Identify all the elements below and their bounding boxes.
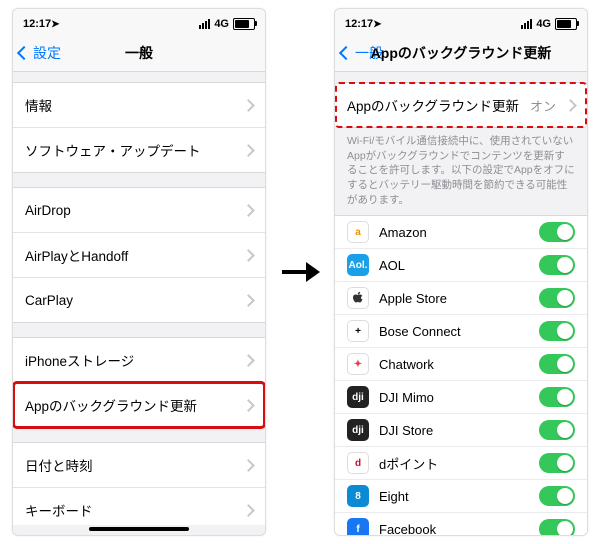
- back-button[interactable]: 一般: [341, 43, 383, 63]
- app-row[interactable]: 8 Eight: [335, 480, 587, 513]
- signal-icon: [521, 19, 532, 29]
- app-toggle[interactable]: [539, 255, 575, 275]
- row-label: 日付と時刻: [25, 455, 234, 475]
- app-toggle[interactable]: [539, 321, 575, 341]
- network-label: 4G: [214, 18, 229, 30]
- signal-icon: [199, 19, 210, 29]
- section-footnote: Wi-Fi/モバイル通信接続中に、使用されていないAppがバックグラウンドでコン…: [335, 128, 587, 209]
- chevron-right-icon: [242, 144, 255, 157]
- row-label: ソフトウェア・アップデート: [25, 140, 234, 160]
- app-toggle[interactable]: [539, 420, 575, 440]
- master-label: Appのバックグラウンド更新: [347, 95, 520, 115]
- flow-arrow-icon: [280, 257, 320, 287]
- app-refresh-list[interactable]: Appのバックグラウンド更新 オン Wi-Fi/モバイル通信接続中に、使用されて…: [335, 72, 587, 535]
- settings-row[interactable]: 情報: [13, 82, 265, 127]
- location-icon: ➤: [373, 19, 381, 30]
- master-toggle-row[interactable]: Appのバックグラウンド更新 オン: [335, 82, 587, 128]
- settings-row[interactable]: AirPlayとHandoff: [13, 232, 265, 277]
- app-icon: a: [347, 221, 369, 243]
- nav-bar: 設定 一般: [13, 35, 265, 72]
- app-toggle[interactable]: [539, 354, 575, 374]
- back-label: 一般: [355, 43, 383, 63]
- row-label: CarPlay: [25, 293, 234, 308]
- settings-row[interactable]: CarPlay: [13, 277, 265, 323]
- battery-icon: [233, 18, 255, 30]
- nav-bar: 一般 Appのバックグラウンド更新: [335, 35, 587, 72]
- chevron-left-icon: [341, 45, 353, 61]
- app-row[interactable]: dji DJI Mimo: [335, 381, 587, 414]
- app-name: Amazon: [379, 225, 529, 240]
- app-icon: [347, 287, 369, 309]
- app-icon: Aol.: [347, 254, 369, 276]
- settings-row[interactable]: AirDrop: [13, 187, 265, 232]
- chevron-right-icon: [242, 249, 255, 262]
- back-label: 設定: [33, 43, 61, 63]
- chevron-right-icon: [242, 294, 255, 307]
- row-label: iPhoneストレージ: [25, 350, 234, 370]
- app-row[interactable]: dji DJI Store: [335, 414, 587, 447]
- app-name: DJI Mimo: [379, 390, 529, 405]
- app-name: Facebook: [379, 522, 529, 535]
- settings-list[interactable]: 情報ソフトウェア・アップデート AirDrop AirPlayとHandoff Car…: [13, 72, 265, 525]
- chevron-right-icon: [242, 399, 255, 412]
- master-value: オン: [530, 96, 556, 115]
- settings-row[interactable]: ソフトウェア・アップデート: [13, 127, 265, 173]
- app-row[interactable]: Apple Store: [335, 282, 587, 315]
- status-bar: 12:17 ➤ 4G: [335, 9, 587, 35]
- row-label: 情報: [25, 95, 234, 115]
- status-time: 12:17: [345, 18, 373, 30]
- app-name: Eight: [379, 489, 529, 504]
- app-row[interactable]: ✦ Chatwork: [335, 348, 587, 381]
- app-toggle[interactable]: [539, 453, 575, 473]
- chevron-left-icon: [19, 45, 31, 61]
- home-indicator[interactable]: [89, 527, 189, 531]
- network-label: 4G: [536, 18, 551, 30]
- right-phone: 12:17 ➤ 4G 一般 Appのバックグラウンド更新 Appのバックグラウン…: [334, 8, 588, 536]
- settings-row[interactable]: 日付と時刻: [13, 442, 265, 487]
- status-bar: 12:17 ➤ 4G: [13, 9, 265, 35]
- app-name: Chatwork: [379, 357, 529, 372]
- back-button[interactable]: 設定: [19, 43, 61, 63]
- app-row[interactable]: a Amazon: [335, 215, 587, 249]
- app-icon: 8: [347, 485, 369, 507]
- chevron-right-icon: [242, 204, 255, 217]
- left-phone: 12:17 ➤ 4G 設定 一般 情報ソフトウェア・アップデート AirDrop A…: [12, 8, 266, 536]
- location-icon: ➤: [51, 19, 59, 30]
- app-row[interactable]: Aol. AOL: [335, 249, 587, 282]
- app-toggle[interactable]: [539, 288, 575, 308]
- app-name: Apple Store: [379, 291, 529, 306]
- app-row[interactable]: ddポイント: [335, 447, 587, 480]
- app-toggle[interactable]: [539, 486, 575, 506]
- app-icon: f: [347, 518, 369, 535]
- chevron-right-icon: [564, 99, 577, 112]
- app-name: DJI Store: [379, 423, 529, 438]
- app-icon: dji: [347, 386, 369, 408]
- row-label: キーボード: [25, 500, 234, 520]
- status-time: 12:17: [23, 18, 51, 30]
- app-icon: ✦: [347, 353, 369, 375]
- app-name: Bose Connect: [379, 324, 529, 339]
- settings-row[interactable]: iPhoneストレージ: [13, 337, 265, 382]
- app-toggle[interactable]: [539, 387, 575, 407]
- app-name: AOL: [379, 258, 529, 273]
- chevron-right-icon: [242, 504, 255, 517]
- app-icon: +: [347, 320, 369, 342]
- app-toggle[interactable]: [539, 519, 575, 535]
- app-toggle[interactable]: [539, 222, 575, 242]
- app-name: dポイント: [379, 454, 529, 473]
- app-icon: dji: [347, 419, 369, 441]
- chevron-right-icon: [242, 459, 255, 472]
- row-label: Appのバックグラウンド更新: [25, 395, 234, 415]
- chevron-right-icon: [242, 354, 255, 367]
- battery-icon: [555, 18, 577, 30]
- app-row[interactable]: + Bose Connect: [335, 315, 587, 348]
- settings-row[interactable]: Appのバックグラウンド更新: [13, 382, 265, 428]
- app-row[interactable]: f Facebook: [335, 513, 587, 535]
- chevron-right-icon: [242, 99, 255, 112]
- row-label: AirDrop: [25, 203, 234, 218]
- row-label: AirPlayとHandoff: [25, 245, 234, 265]
- app-icon: d: [347, 452, 369, 474]
- settings-row[interactable]: キーボード: [13, 487, 265, 525]
